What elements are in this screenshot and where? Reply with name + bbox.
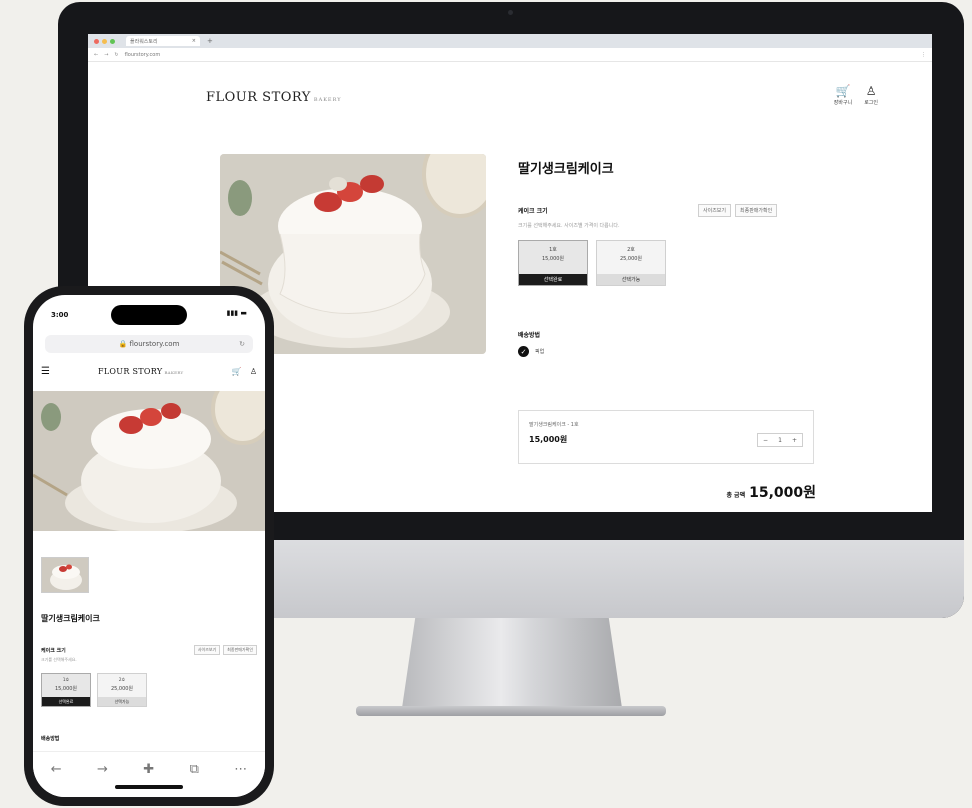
user-icon[interactable]: ♙ — [250, 367, 257, 376]
mobile-url-bar[interactable]: 🔒 flourstory.com ↻ — [45, 335, 253, 353]
browser-url-bar: ← → ↻ flourstory.com ⋮ — [88, 48, 932, 62]
cart-icon: 🛒 — [835, 84, 851, 98]
window-close-dot[interactable] — [94, 38, 99, 44]
size-select-button[interactable]: 선택가능 — [98, 697, 146, 706]
final-price-link[interactable]: 최종판매가확인 — [223, 645, 257, 655]
size-guide-link[interactable]: 사이즈보기 — [193, 645, 221, 655]
product-thumbnail[interactable] — [41, 557, 89, 593]
add-icon[interactable]: ✚ — [143, 762, 154, 777]
more-icon[interactable]: ⋯ — [234, 762, 247, 777]
back-icon[interactable]: ← — [94, 52, 98, 58]
check-circle-icon[interactable]: ✓ — [518, 346, 529, 357]
size-options: 1호 15,000원 선택완료 2호 25,000원 선택가능 — [41, 673, 147, 707]
cart-label: 장바구니 — [833, 100, 853, 106]
cake-image — [33, 391, 265, 531]
shipping-label: 배송방법 — [518, 332, 541, 339]
mobile-logo[interactable]: FLOUR STORY BAKERY — [98, 367, 184, 376]
total-price: 총 금액 15,000원 — [726, 482, 816, 502]
forward-icon[interactable]: → — [104, 52, 108, 58]
mobile-product-title: 딸기생크림케이크 — [41, 614, 100, 623]
reload-icon[interactable]: ↻ — [114, 52, 118, 58]
tabs-icon[interactable]: ⧉ — [190, 762, 199, 777]
size-name: 1호 — [62, 677, 70, 682]
size-name: 2호 — [118, 677, 126, 682]
user-icon: ♙ — [865, 84, 877, 98]
window-minimize-dot[interactable] — [102, 38, 107, 44]
url-input[interactable]: flourstory.com — [125, 52, 161, 58]
cart-button[interactable]: 🛒 장바구니 — [834, 84, 852, 106]
cake-size-label: 케이크 크기 — [518, 208, 548, 215]
reload-icon[interactable]: ↻ — [239, 340, 245, 348]
size-guide-link[interactable]: 사이즈보기 — [698, 204, 732, 217]
size-price: 25,000원 — [110, 686, 134, 692]
browser-menu-icon[interactable]: ⋮ — [921, 52, 926, 58]
selected-item-name: 딸기생크림케이크 - 1호 — [529, 422, 579, 428]
size-links: 사이즈보기 최종판매가확인 — [193, 645, 257, 655]
cake-size-help: 크기를 선택해주세요. 사이즈별 가격이 다릅니다. — [518, 223, 620, 229]
browser-tab-bar: 플라워스토리 × + — [88, 34, 932, 48]
size-name: 2호 — [627, 247, 635, 253]
quantity-stepper: − 1 + — [757, 433, 803, 447]
home-indicator — [115, 785, 183, 789]
size-select-button[interactable]: 선택가능 — [597, 274, 665, 285]
new-tab-icon[interactable]: + — [207, 37, 213, 45]
window-maximize-dot[interactable] — [110, 38, 115, 44]
qty-plus-button[interactable]: + — [792, 437, 797, 444]
tab-close-icon[interactable]: × — [192, 38, 196, 44]
size-option-1[interactable]: 1호 15,000원 선택완료 — [41, 673, 91, 707]
logo-subtext: BAKERY — [164, 369, 184, 375]
product-title: 딸기생크림케이크 — [518, 162, 614, 177]
site-logo[interactable]: FLOUR STORY BAKERY — [206, 90, 342, 105]
size-price: 25,000원 — [619, 256, 643, 262]
size-links: 사이즈보기 최종판매가확인 — [698, 204, 778, 217]
cake-size-label: 케이크 크기 — [41, 648, 66, 654]
total-value: 15,000원 — [749, 485, 816, 501]
size-option-2[interactable]: 2호 25,000원 선택가능 — [97, 673, 147, 707]
size-price: 15,000원 — [541, 256, 565, 262]
dynamic-island — [111, 305, 187, 325]
hamburger-menu-icon[interactable]: ☰ — [41, 366, 50, 377]
tab-title: 플라워스토리 — [130, 39, 158, 45]
mobile-header: ☰ FLOUR STORY BAKERY 🛒 ♙ — [33, 361, 265, 381]
header-icons: 🛒 장바구니 ♙ 로그인 — [834, 84, 878, 106]
back-icon[interactable]: ← — [51, 762, 62, 777]
qty-minus-button[interactable]: − — [763, 437, 768, 444]
size-option-2[interactable]: 2호 25,000원 선택가능 — [596, 240, 666, 286]
mobile-product-photo — [33, 391, 265, 531]
iphone-frame: 3:00 ▮▮▮ ▬ 🔒 flourstory.com ↻ ☰ FLOUR ST… — [24, 286, 274, 806]
shipping-option-label: 픽업 — [535, 349, 545, 355]
size-options: 1호 15,000원 선택완료 2호 25,000원 선택가능 — [518, 240, 666, 286]
cart-icon[interactable]: 🛒 — [232, 367, 242, 376]
login-button[interactable]: ♙ 로그인 — [864, 84, 878, 106]
shipping-label: 배송방법 — [41, 736, 60, 742]
imac-stand-foot — [356, 706, 666, 716]
size-select-button[interactable]: 선택완료 — [42, 697, 90, 706]
webcam — [508, 10, 513, 15]
size-select-button[interactable]: 선택완료 — [519, 274, 587, 285]
qty-value[interactable]: 1 — [778, 437, 782, 444]
status-icons: ▮▮▮ ▬ — [226, 309, 247, 317]
browser-tab[interactable]: 플라워스토리 × — [126, 36, 200, 46]
logo-text: FLOUR STORY — [97, 366, 163, 376]
shipping-option-pickup[interactable]: ✓ 픽업 — [518, 346, 544, 357]
forward-icon[interactable]: → — [97, 762, 108, 777]
size-name: 1호 — [549, 247, 557, 253]
selected-item-box: 딸기생크림케이크 - 1호 15,000원 − 1 + — [518, 410, 814, 464]
final-price-link[interactable]: 최종판매가확인 — [735, 204, 778, 217]
mobile-url-text: 🔒 flourstory.com — [118, 340, 180, 348]
safari-toolbar: ← → ✚ ⧉ ⋯ — [33, 751, 265, 797]
mobile-screen: 3:00 ▮▮▮ ▬ 🔒 flourstory.com ↻ ☰ FLOUR ST… — [33, 295, 265, 797]
size-option-1[interactable]: 1호 15,000원 선택완료 — [518, 240, 588, 286]
logo-subtext: BAKERY — [313, 97, 342, 103]
size-price: 15,000원 — [54, 686, 78, 692]
status-time: 3:00 — [51, 311, 69, 319]
logo-text: FLOUR STORY — [206, 90, 311, 105]
cake-size-help: 크기를 선택해주세요. — [41, 657, 77, 662]
imac-stand — [402, 618, 622, 708]
login-label: 로그인 — [864, 100, 878, 106]
total-label: 총 금액 — [726, 492, 746, 499]
